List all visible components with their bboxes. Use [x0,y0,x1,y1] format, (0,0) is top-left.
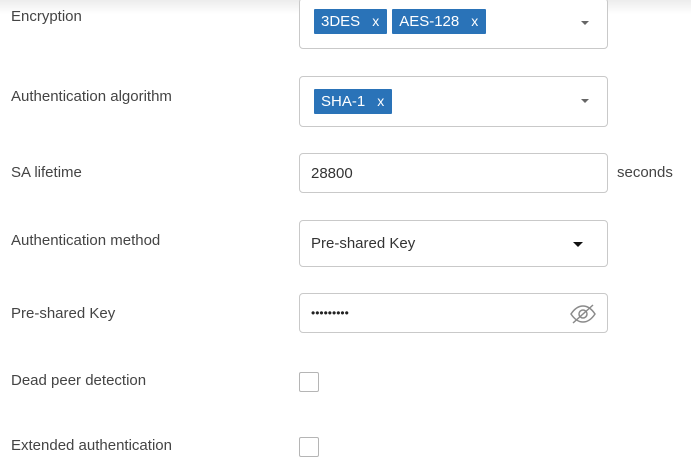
remove-tag-icon[interactable]: x [377,89,384,114]
psk-label: Pre-shared Key [11,305,116,322]
encryption-tag-aes128: AES-128 x [392,9,487,34]
encryption-tag-3des: 3DES x [314,9,388,34]
remove-tag-icon[interactable]: x [372,9,379,34]
encryption-label: Encryption [11,8,82,25]
sa-lifetime-label: SA lifetime [11,164,82,181]
encryption-multiselect[interactable]: 3DES x AES-128 x [299,0,608,49]
eye-off-icon[interactable] [569,303,597,325]
xauth-checkbox[interactable] [299,437,319,457]
remove-tag-icon[interactable]: x [471,9,478,34]
xauth-label: Extended authentication [11,437,172,454]
dpd-checkbox[interactable] [299,372,319,392]
chevron-down-icon[interactable] [581,99,589,103]
chevron-down-icon[interactable] [573,242,583,247]
auth-method-select[interactable]: Pre-shared Key [299,220,608,267]
psk-input[interactable]: ••••••••• [299,293,608,333]
auth-algorithm-tag-sha1: SHA-1 x [314,89,393,114]
chevron-down-icon[interactable] [581,21,589,25]
psk-masked-value: ••••••••• [311,306,349,320]
auth-algorithm-label: Authentication algorithm [11,88,172,105]
auth-algorithm-multiselect[interactable]: SHA-1 x [299,76,608,127]
dpd-label: Dead peer detection [11,372,147,389]
sa-lifetime-input[interactable]: 28800 [299,153,608,193]
auth-method-label: Authentication method [11,232,161,249]
sa-lifetime-value: 28800 [311,165,353,182]
auth-method-value: Pre-shared Key [311,235,416,252]
sa-lifetime-unit: seconds [617,164,673,181]
